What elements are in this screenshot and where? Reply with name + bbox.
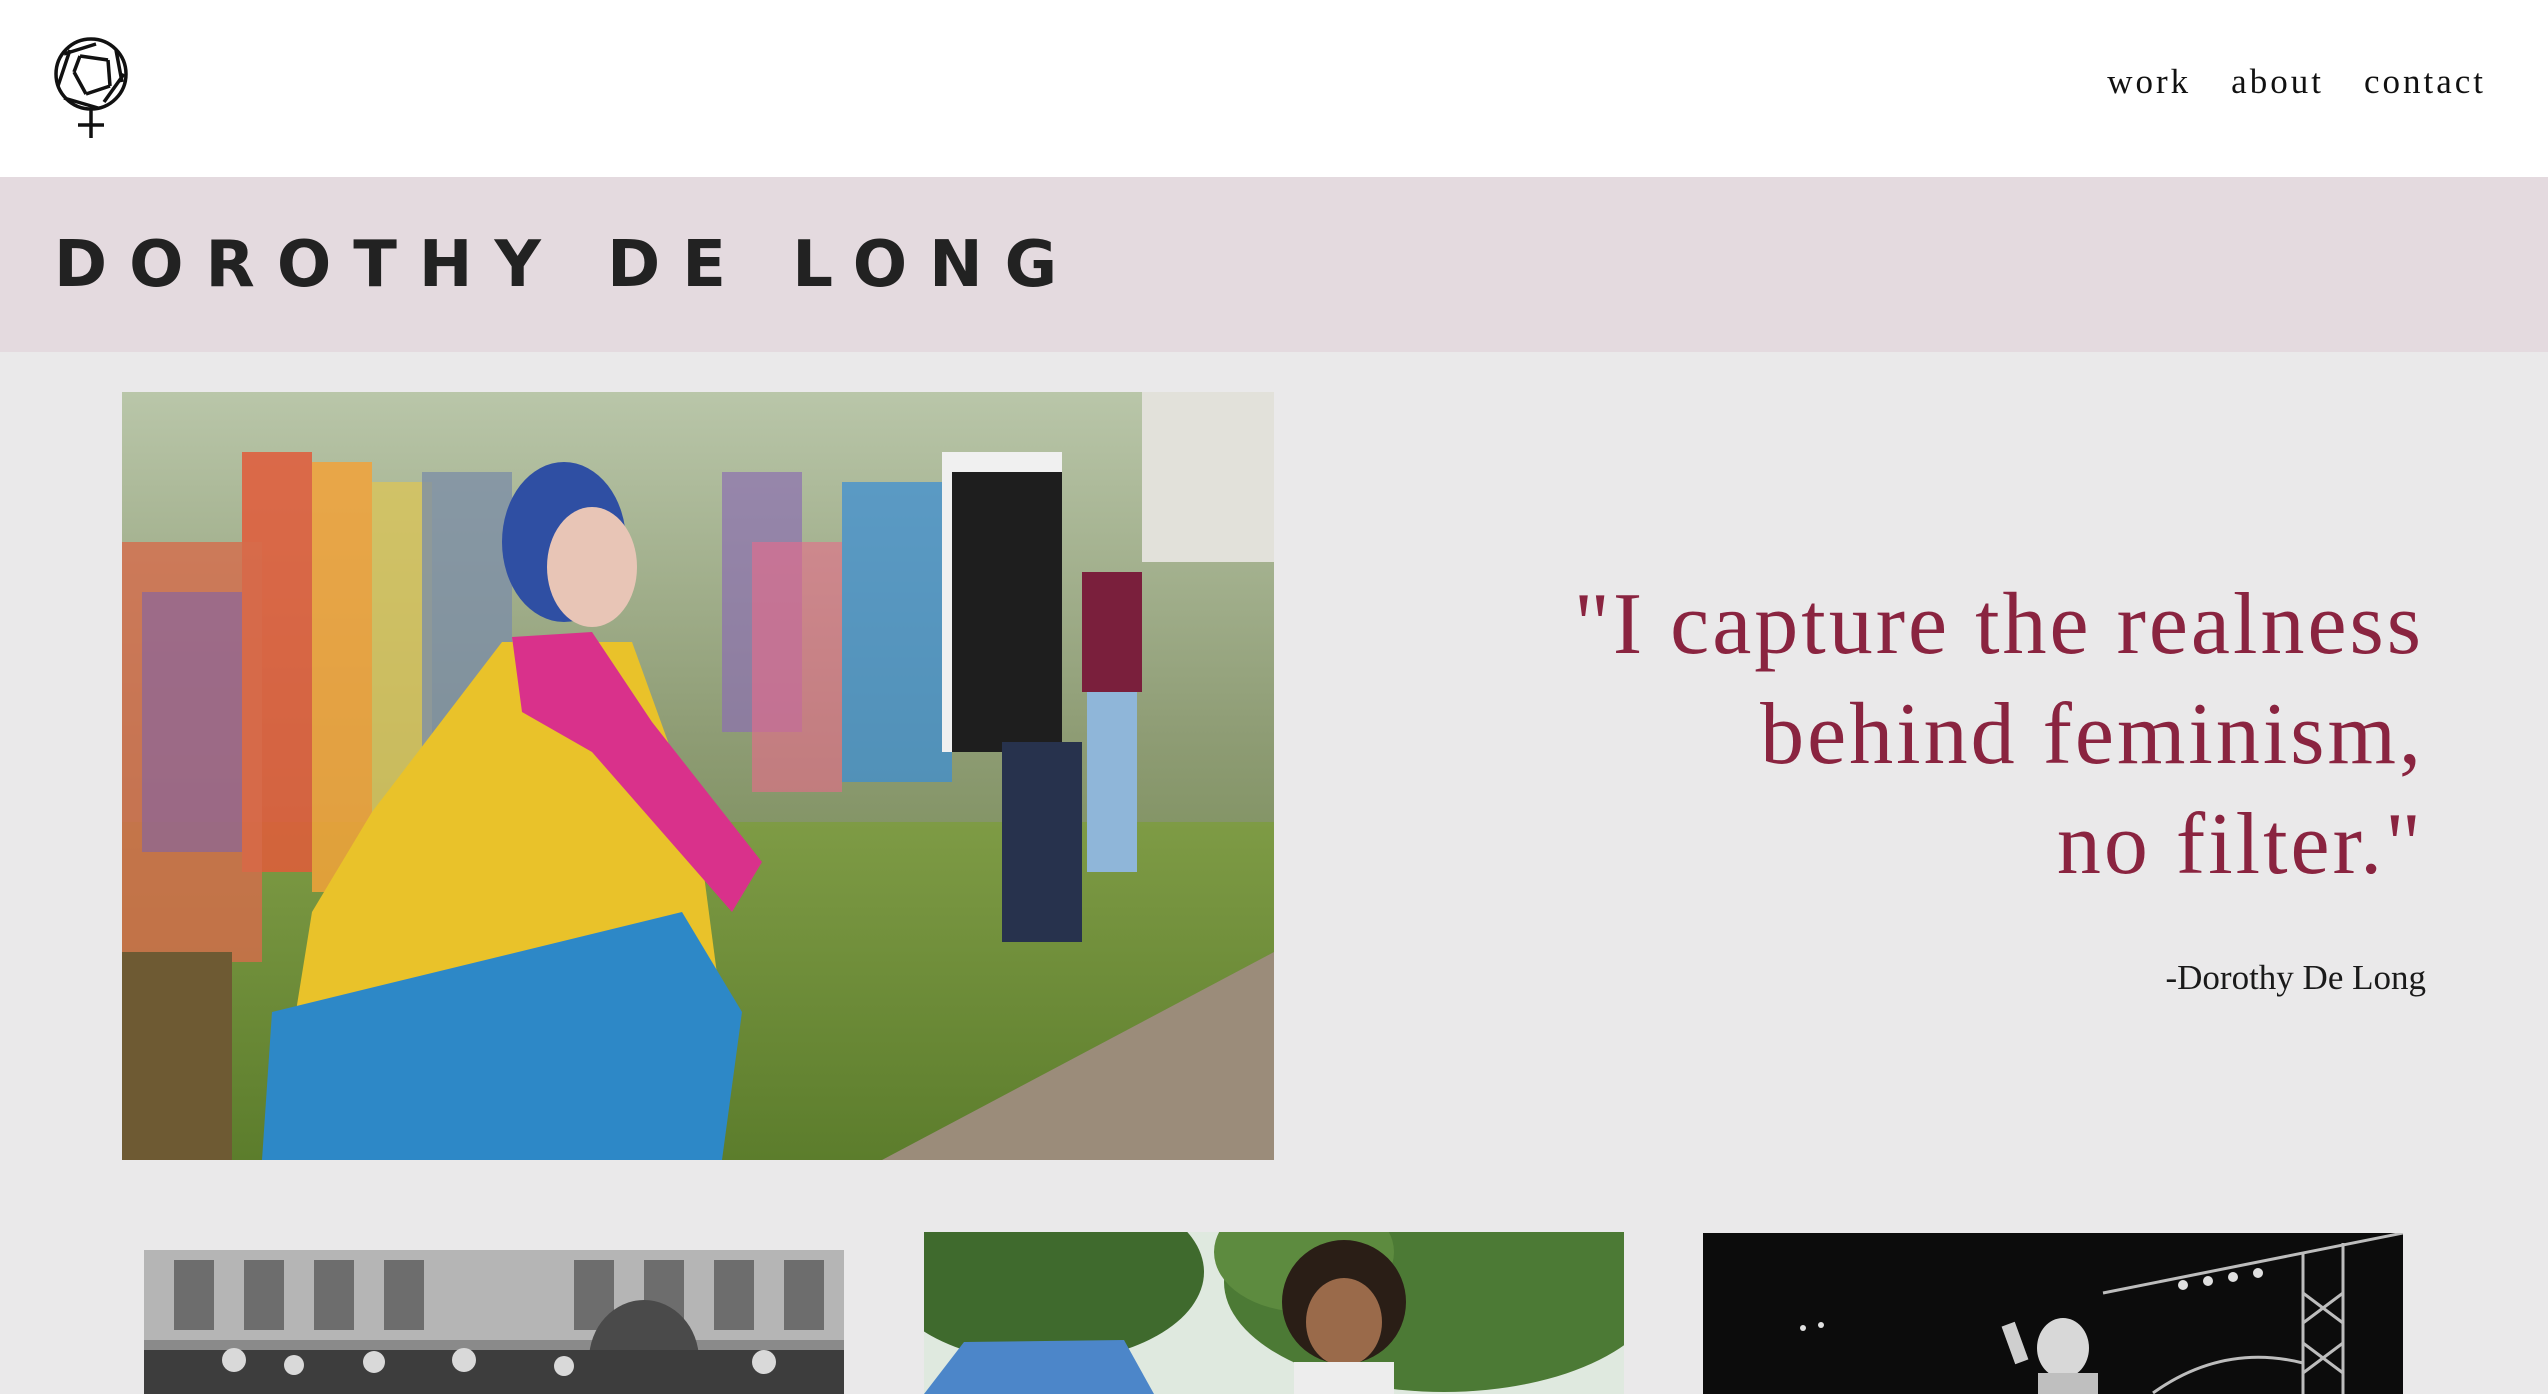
nav-contact[interactable]: contact (2364, 62, 2486, 102)
title-banner: DOROTHY DE LONG (0, 177, 2548, 352)
page-title: DOROTHY DE LONG (54, 227, 1080, 302)
pride-march-photo[interactable] (122, 392, 1274, 1160)
child-outdoors-photo[interactable] (924, 1232, 1624, 1394)
quote-attribution: -Dorothy De Long (2165, 958, 2426, 997)
nav-work[interactable]: work (2107, 62, 2191, 102)
nav-about[interactable]: about (2231, 62, 2324, 102)
quote-line: "I capture the realness (1573, 576, 2424, 673)
site-header: work about contact (0, 0, 2548, 177)
aperture-venus-icon[interactable] (52, 36, 130, 140)
quote-line: behind feminism, (1760, 686, 2424, 783)
street-crowd-photo[interactable] (144, 1250, 844, 1394)
stage-performer-photo[interactable] (1703, 1233, 2403, 1394)
hero-quote: "I capture the realness behind feminism,… (1424, 570, 2424, 900)
quote-line: no filter." (2056, 796, 2424, 893)
main-nav: work about contact (2107, 62, 2486, 102)
